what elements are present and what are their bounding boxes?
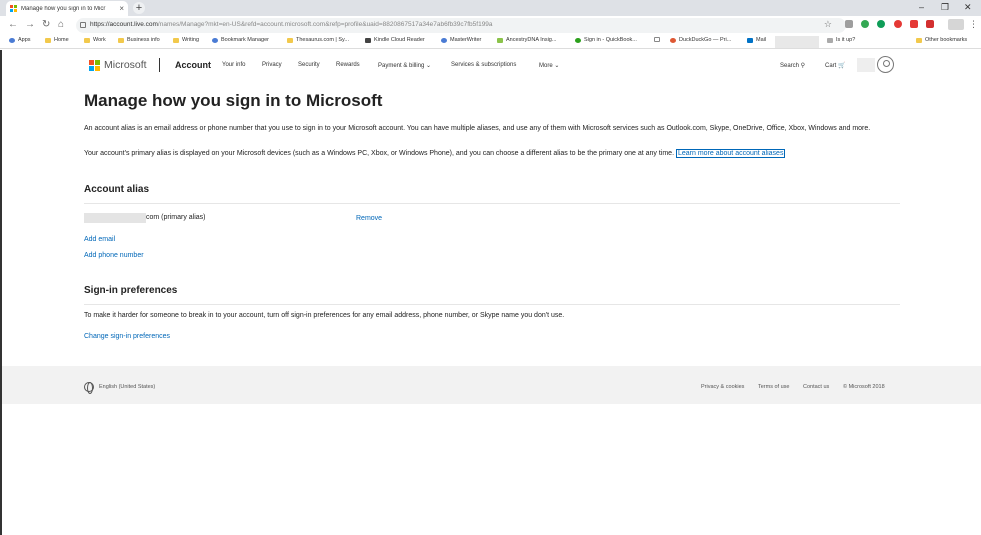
nav-security[interactable]: Security xyxy=(298,62,320,68)
bookmark-ancestry[interactable]: AncestryDNA Insig... xyxy=(497,37,556,43)
restore-icon[interactable]: ❐ xyxy=(941,2,949,13)
search-button[interactable]: Search ⚲ xyxy=(780,62,805,69)
redacted-alias xyxy=(84,213,146,223)
page-title: Manage how you sign in to Microsoft xyxy=(84,91,383,110)
tab-close-icon[interactable]: × xyxy=(119,4,124,13)
chrome-menu-icon[interactable]: ⋮ xyxy=(969,19,978,30)
microsoft-favicon-icon xyxy=(10,5,17,12)
bookmark-mail[interactable]: Mail xyxy=(747,37,766,43)
forward-icon[interactable]: → xyxy=(25,19,35,30)
ext-red3-icon[interactable] xyxy=(926,20,934,28)
language-selector[interactable]: English (United States) xyxy=(99,384,155,390)
url-text: https://account.live.com/names/Manage?mk… xyxy=(90,21,493,28)
tab-strip: Manage how you sign in to Micr × + – ❐ ✕ xyxy=(0,0,981,16)
bookmark-star-icon[interactable]: ☆ xyxy=(824,19,832,30)
user-avatar-icon[interactable] xyxy=(877,56,894,73)
nav-rewards[interactable]: Rewards xyxy=(336,62,360,68)
footer-terms-link[interactable]: Terms of use xyxy=(758,384,789,390)
bookmark-business-info[interactable]: Business info xyxy=(118,37,160,43)
bookmark-work[interactable]: Work xyxy=(84,37,106,43)
cart-button[interactable]: Cart 🛒 xyxy=(825,62,845,69)
ext-green-dark-icon[interactable] xyxy=(877,20,885,28)
add-email-link[interactable]: Add email xyxy=(84,236,115,243)
tab-title: Manage how you sign in to Micr xyxy=(21,5,106,12)
site-header: Microsoft Account Your info Privacy Secu… xyxy=(0,50,981,80)
window-edge xyxy=(0,50,2,535)
back-icon[interactable]: ← xyxy=(8,19,18,30)
nav-more[interactable]: More ⌄ xyxy=(539,62,559,69)
section-divider xyxy=(84,304,900,305)
profile-avatar[interactable] xyxy=(948,19,964,30)
bookmark-masterwriter[interactable]: MasterWriter xyxy=(441,37,481,43)
ext-red-icon[interactable] xyxy=(894,20,902,28)
account-alias-heading: Account alias xyxy=(84,184,150,195)
change-signin-preferences-link[interactable]: Change sign-in preferences xyxy=(84,333,170,340)
bookmark-quickbooks[interactable]: Sign in - QuickBook... xyxy=(575,37,637,43)
redacted-bookmark xyxy=(775,36,819,48)
footer-contact-link[interactable]: Contact us xyxy=(803,384,829,390)
bookmarks-bar: Apps Home Work Business info Writing Boo… xyxy=(0,35,981,49)
lock-icon xyxy=(80,22,86,28)
address-bar[interactable]: https://account.live.com/names/Manage?mk… xyxy=(76,18,846,33)
new-tab-button[interactable]: + xyxy=(133,2,145,14)
redacted-name xyxy=(857,58,875,72)
reload-icon[interactable]: ↻ xyxy=(42,19,50,30)
bookmark-other[interactable]: Other bookmarks xyxy=(916,37,967,43)
nav-your-info[interactable]: Your info xyxy=(222,62,245,68)
alias-intro-text: An account alias is an email address or … xyxy=(84,125,871,132)
account-home-link[interactable]: Account xyxy=(175,60,211,70)
bookmark-thesaurus[interactable]: Thesaurus.com | Sy... xyxy=(287,37,349,43)
globe-icon xyxy=(84,382,94,394)
close-window-icon[interactable]: ✕ xyxy=(964,2,972,13)
browser-tab[interactable]: Manage how you sign in to Micr × xyxy=(6,1,128,16)
bookmark-is-it-up[interactable]: Is it up? xyxy=(827,37,855,43)
bookmark-blank[interactable] xyxy=(654,37,663,42)
bookmark-kindle[interactable]: Kindle Cloud Reader xyxy=(365,37,425,43)
signin-preferences-heading: Sign-in preferences xyxy=(84,285,178,296)
bookmark-duckduckgo[interactable]: DuckDuckGo — Pri... xyxy=(670,37,731,43)
header-divider xyxy=(159,58,160,72)
minimize-icon[interactable]: – xyxy=(919,2,924,12)
section-divider xyxy=(84,203,900,204)
ext-red2-icon[interactable] xyxy=(910,20,918,28)
brand-name: Microsoft xyxy=(104,59,147,71)
bookmark-home[interactable]: Home xyxy=(45,37,69,43)
remove-alias-link[interactable]: Remove xyxy=(356,215,382,222)
bookmark-manager[interactable]: Bookmark Manager xyxy=(212,37,269,43)
footer-privacy-link[interactable]: Privacy & cookies xyxy=(701,384,744,390)
ext-gray-icon[interactable] xyxy=(845,20,853,28)
site-footer: English (United States) Privacy & cookie… xyxy=(0,366,981,404)
microsoft-logo-icon xyxy=(89,59,100,71)
nav-services-subscriptions[interactable]: Services & subscriptions xyxy=(451,62,516,68)
microsoft-logo[interactable]: Microsoft xyxy=(89,59,147,71)
nav-payment-billing[interactable]: Payment & billing ⌄ xyxy=(378,62,431,69)
copyright-text: © Microsoft 2018 xyxy=(843,384,885,390)
home-icon[interactable]: ⌂ xyxy=(58,19,64,30)
primary-alias-value: com (primary alias) xyxy=(146,214,206,221)
ext-green-icon[interactable] xyxy=(861,20,869,28)
bookmark-writing[interactable]: Writing xyxy=(173,37,199,43)
bookmark-apps[interactable]: Apps xyxy=(9,37,31,43)
nav-privacy[interactable]: Privacy xyxy=(262,62,282,68)
add-phone-link[interactable]: Add phone number xyxy=(84,252,144,259)
primary-alias-text: Your account's primary alias is displaye… xyxy=(84,149,786,158)
signin-preferences-text: To make it harder for someone to break i… xyxy=(84,312,565,319)
browser-toolbar: ← → ↻ ⌂ https://account.live.com/names/M… xyxy=(0,16,981,35)
learn-more-link[interactable]: Learn more about account aliases xyxy=(675,149,786,158)
